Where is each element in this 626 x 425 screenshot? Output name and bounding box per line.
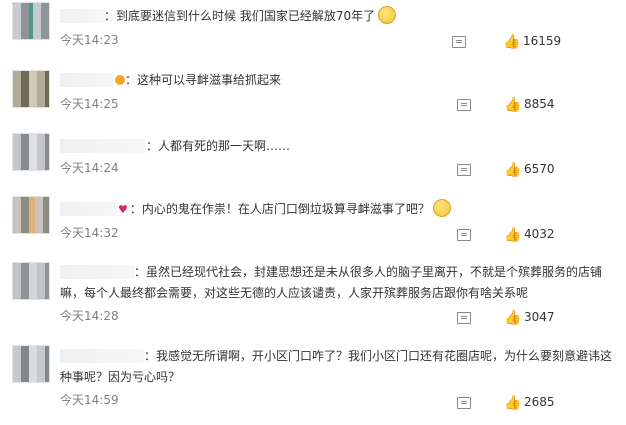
comment-text-line: 嘛，每个人最终都会需要，对这些无德的人应该谴责，人家开殡葬服务店跟你有啥关系呢 bbox=[60, 284, 616, 302]
username[interactable]: ████ bbox=[60, 9, 104, 23]
thumbs-up-icon[interactable]: 👍 bbox=[504, 162, 521, 178]
like-count: 8854 bbox=[524, 97, 555, 111]
comment-text: 种事呢？因为亏心吗？ bbox=[60, 370, 181, 384]
avatar[interactable] bbox=[12, 133, 50, 171]
comment-text-block: ████ ：这种可以寻衅滋事给抓起来 bbox=[60, 71, 616, 89]
comment-text: 我感觉无所谓啊，开小区门口咋了？我们小区门口还有花圈店呢，为什么要刻意避讳这 bbox=[156, 349, 613, 363]
avatar[interactable] bbox=[12, 196, 50, 234]
comment-text: 虽然已经现代社会，封建思想还是未从很多人的脑子里离开，不就是个殡葬服务的店铺 bbox=[146, 265, 603, 279]
avatar[interactable] bbox=[12, 2, 50, 40]
comment-text-line: 种事呢？因为亏心吗？ bbox=[60, 368, 616, 386]
username[interactable]: ████ bbox=[60, 73, 114, 87]
smile-emoji-icon bbox=[378, 6, 397, 24]
comment-text-block: ████：虽然已经现代社会，封建思想还是未从很多人的脑子里离开，不就是个殡葬服务… bbox=[60, 263, 616, 302]
comment-actions: 👍 3047 bbox=[446, 310, 626, 328]
username[interactable]: ████ bbox=[60, 202, 118, 216]
comment-icon[interactable] bbox=[457, 312, 471, 324]
like-count: 6570 bbox=[524, 162, 555, 176]
like-count: 16159 bbox=[523, 34, 562, 48]
comment-text: 嘛，每个人最终都会需要，对这些无德的人应该谴责，人家开殡葬服务店跟你有啥关系呢 bbox=[60, 286, 529, 300]
comment-text-line: ████：虽然已经现代社会，封建思想还是未从很多人的脑子里离开，不就是个殡葬服务… bbox=[60, 263, 616, 281]
username[interactable]: ████ bbox=[60, 139, 146, 153]
like-count: 3047 bbox=[524, 310, 555, 324]
timestamp: 今天14:32 bbox=[60, 226, 119, 240]
thumbs-up-icon[interactable]: 👍 bbox=[504, 395, 521, 411]
comment-text-block: ████：我感觉无所谓啊，开小区门口咋了？我们小区门口还有花圈店呢，为什么要刻意… bbox=[60, 347, 616, 386]
avatar[interactable] bbox=[12, 345, 50, 383]
comment-actions: 👍 2685 bbox=[446, 395, 626, 413]
comment-icon[interactable] bbox=[457, 99, 471, 111]
comment-icon[interactable] bbox=[457, 164, 471, 176]
comment-text: 内心的鬼在作祟！在人店门口倒垃圾算寻衅滋事了吧？ bbox=[141, 202, 430, 216]
thumbs-up-icon[interactable]: 👍 bbox=[504, 310, 521, 326]
separator: ： bbox=[129, 202, 142, 216]
comment-icon[interactable] bbox=[452, 36, 466, 48]
timestamp: 今天14:25 bbox=[60, 97, 119, 111]
comment-icon[interactable] bbox=[457, 397, 471, 409]
thumbs-up-icon[interactable]: 👍 bbox=[504, 97, 521, 113]
verified-badge-icon bbox=[115, 75, 125, 85]
comment-text: 这种可以寻衅滋事给抓起来 bbox=[137, 73, 282, 87]
comment-text: 到底要迷信到什么时候 我们国家已经解放70年了 bbox=[116, 9, 376, 23]
timestamp: 今天14:24 bbox=[60, 161, 119, 175]
like-count: 2685 bbox=[524, 395, 555, 409]
avatar[interactable] bbox=[12, 262, 50, 300]
thumbs-up-icon[interactable]: 👍 bbox=[503, 34, 520, 50]
comment-actions: 👍 4032 bbox=[446, 227, 626, 245]
comment-actions: 👍 8854 bbox=[446, 97, 626, 115]
thumbs-up-icon[interactable]: 👍 bbox=[504, 227, 521, 243]
comment-text: 人都有死的那一天啊…… bbox=[158, 139, 291, 153]
timestamp: 今天14:28 bbox=[60, 309, 119, 323]
comment-text-block: ████♥：内心的鬼在作祟！在人店门口倒垃圾算寻衅滋事了吧？ bbox=[60, 199, 616, 219]
separator: ： bbox=[104, 9, 117, 23]
comment-actions: 👍 6570 bbox=[446, 162, 626, 180]
username[interactable]: ████ bbox=[60, 265, 134, 279]
like-count: 4032 bbox=[524, 227, 555, 241]
avatar[interactable] bbox=[12, 70, 50, 108]
comment-text-line: ████：我感觉无所谓啊，开小区门口咋了？我们小区门口还有花圈店呢，为什么要刻意… bbox=[60, 347, 616, 365]
separator: ： bbox=[125, 73, 138, 87]
comment-icon[interactable] bbox=[457, 229, 471, 241]
username[interactable]: ████ bbox=[60, 349, 144, 363]
separator: ： bbox=[144, 349, 157, 363]
thinking-emoji-icon bbox=[432, 199, 451, 217]
separator: ： bbox=[146, 139, 159, 153]
comment-actions: 👍 16159 bbox=[446, 34, 626, 52]
comment-text-block: ████：到底要迷信到什么时候 我们国家已经解放70年了 bbox=[60, 6, 616, 25]
comment-text-block: ████：人都有死的那一天啊…… bbox=[60, 137, 616, 155]
timestamp: 今天14:23 bbox=[60, 33, 119, 47]
heart-eyes-badge-icon: ♥ bbox=[118, 203, 128, 216]
separator: ： bbox=[134, 265, 147, 279]
timestamp: 今天14:59 bbox=[60, 393, 119, 407]
